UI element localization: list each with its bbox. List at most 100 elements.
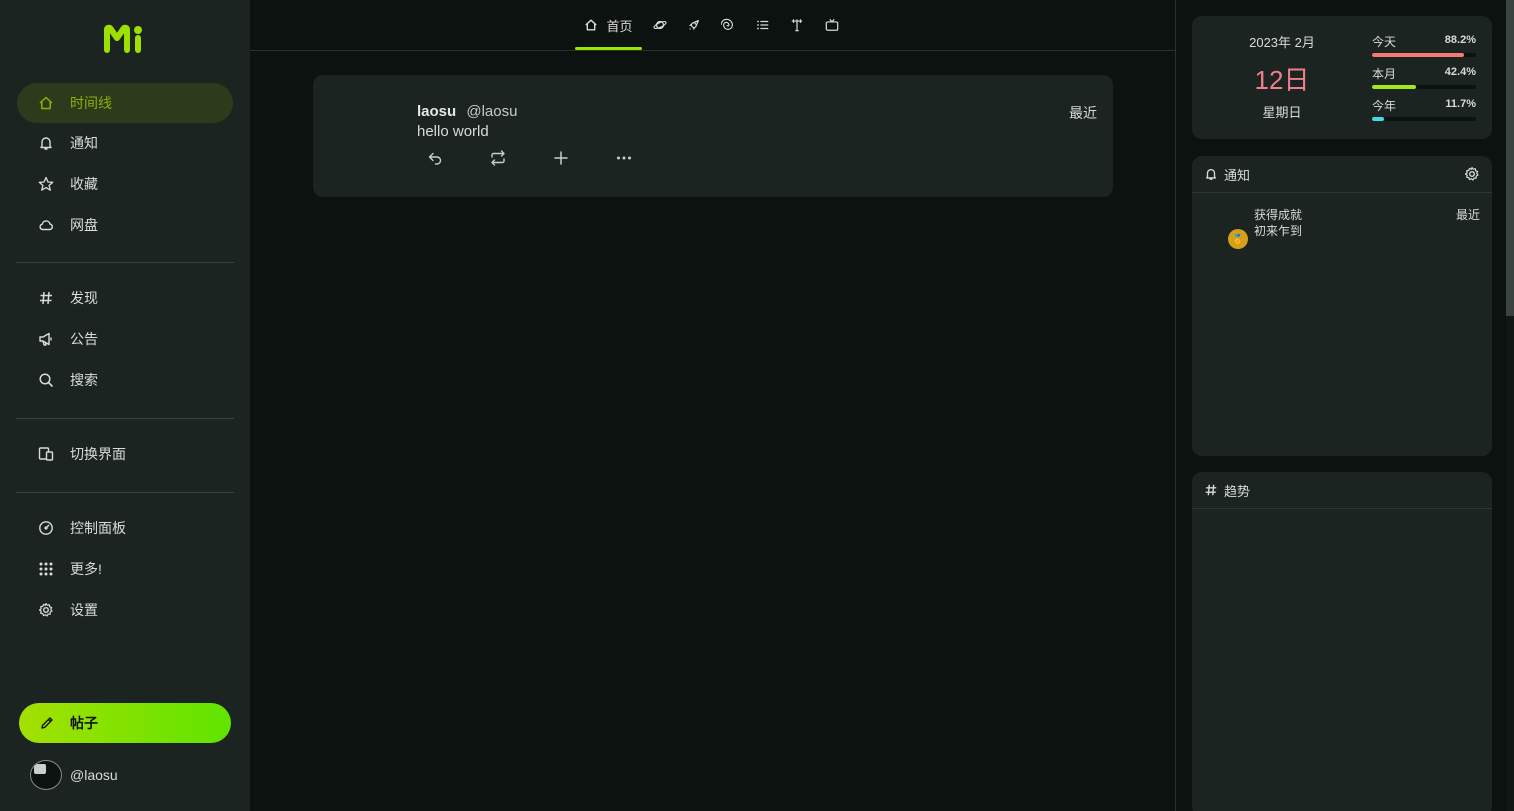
hashtag-icon — [1204, 483, 1218, 497]
progress-label: 本月 — [1372, 67, 1397, 81]
planet-icon — [653, 18, 667, 32]
bell-icon — [1204, 167, 1218, 181]
sidebar-item-label: 网盘 — [70, 217, 98, 233]
calendar-day: 12日 — [1254, 65, 1310, 95]
sidebar-item-favorites[interactable]: 收藏 — [17, 164, 233, 204]
sidebar-item-label: 时间线 — [70, 95, 112, 111]
note-timestamp[interactable]: 最近 — [1069, 103, 1097, 123]
progress-year: 今年 11.7% — [1372, 97, 1476, 127]
tab-antennas[interactable] — [787, 0, 807, 50]
progress-fill — [1372, 85, 1417, 89]
calendar-weekday: 星期日 — [1262, 105, 1302, 120]
sidebar-divider — [16, 418, 234, 419]
sidebar-divider — [16, 262, 234, 263]
progress-track — [1372, 53, 1476, 57]
sidebar-item-search[interactable]: 搜索 — [17, 360, 233, 400]
widget-title: 通知 — [1224, 167, 1251, 183]
tab-lists[interactable] — [753, 0, 773, 50]
plus-icon — [553, 150, 569, 166]
bell-icon — [37, 134, 55, 152]
sidebar-divider — [16, 492, 234, 493]
notifications-settings-button[interactable] — [1464, 166, 1480, 182]
reply-button[interactable] — [421, 148, 449, 168]
progress-today: 今天 88.2% — [1372, 33, 1476, 63]
achievement-badge-icon: 🏅 — [1228, 229, 1248, 249]
calendar-widget: 2023年 2月 12日 星期日 今天 88.2% 本月 42.4% 今年 11… — [1192, 16, 1492, 139]
sidebar-item-drive[interactable]: 网盘 — [17, 205, 233, 245]
cloud-icon — [37, 216, 55, 234]
tab-home[interactable]: 首页 — [575, 0, 642, 50]
tab-local[interactable] — [650, 0, 670, 50]
progress-fill — [1372, 53, 1464, 57]
widget-header: 通知 — [1192, 156, 1492, 193]
progress-label: 今年 — [1372, 99, 1397, 113]
gear-icon — [37, 601, 55, 619]
sidebar-item-announcements[interactable]: 公告 — [17, 319, 233, 359]
widget-title: 趋势 — [1224, 483, 1251, 499]
react-button[interactable] — [547, 148, 575, 168]
avatar — [30, 760, 62, 790]
misskey-logo[interactable] — [103, 24, 147, 54]
sidebar-item-label: 通知 — [70, 135, 98, 151]
progress-value: 42.4% — [1444, 66, 1476, 78]
more-button[interactable] — [610, 148, 638, 168]
tab-global[interactable] — [718, 0, 738, 50]
notification-item[interactable]: 🏅 获得成就 初来乍到 最近 — [1192, 204, 1492, 249]
gear-icon — [1464, 166, 1480, 182]
note-text: hello world — [417, 123, 489, 140]
timeline-tabs: 首页 — [250, 0, 1176, 51]
reply-icon — [427, 150, 443, 166]
tab-label: 首页 — [606, 18, 633, 34]
calendar-month: 2023年 2月 — [1249, 35, 1315, 50]
progress-track — [1372, 117, 1476, 121]
progress-value: 11.7% — [1445, 98, 1476, 110]
note-username[interactable]: @laosu — [466, 103, 517, 120]
tv-icon — [825, 18, 839, 32]
scrollbar[interactable] — [1506, 0, 1514, 811]
sidebar-item-label: 搜索 — [70, 372, 98, 388]
progress-label: 今天 — [1372, 35, 1397, 49]
sidebar: 时间线 通知 收藏 网盘 发现 公告 搜索 切换界面 控制面板 更多! 设置 帖… — [0, 0, 250, 811]
post-button-label: 帖子 — [70, 715, 98, 731]
pencil-icon — [39, 715, 55, 731]
notification-time: 最近 — [1455, 208, 1480, 222]
search-icon — [37, 371, 55, 389]
account-menu[interactable]: @laosu — [30, 760, 118, 790]
star-icon — [37, 175, 55, 193]
antenna-icon — [790, 18, 804, 32]
note-display-name[interactable]: laosu — [417, 103, 456, 120]
sidebar-item-label: 设置 — [70, 602, 98, 618]
post-button[interactable]: 帖子 — [19, 703, 231, 743]
notification-subtitle: 初来乍到 — [1254, 224, 1303, 238]
scrollbar-thumb[interactable] — [1506, 0, 1514, 316]
widget-header: 趋势 — [1192, 472, 1492, 509]
progress-fill — [1372, 117, 1385, 121]
note-card[interactable]: laosu @laosu 最近 hello world — [313, 75, 1113, 197]
dashboard-icon — [37, 519, 55, 537]
sidebar-item-label: 收藏 — [70, 176, 98, 192]
progress-track — [1372, 85, 1476, 89]
widgets-column: 2023年 2月 12日 星期日 今天 88.2% 本月 42.4% 今年 11… — [1176, 0, 1514, 811]
list-icon — [756, 18, 770, 32]
sidebar-item-label: 切换界面 — [70, 446, 126, 462]
sidebar-item-more[interactable]: 更多! — [17, 549, 233, 589]
sidebar-item-explore[interactable]: 发现 — [17, 278, 233, 318]
progress-value: 88.2% — [1444, 34, 1476, 46]
progress-month: 本月 42.4% — [1372, 65, 1476, 95]
rocket-icon — [687, 18, 701, 32]
galaxy-icon — [721, 18, 735, 32]
sidebar-item-switch-ui[interactable]: 切换界面 — [17, 434, 233, 474]
sidebar-item-control-panel[interactable]: 控制面板 — [17, 508, 233, 548]
grid-dots-icon — [37, 560, 55, 578]
sidebar-item-settings[interactable]: 设置 — [17, 590, 233, 630]
tab-channels[interactable] — [822, 0, 842, 50]
sidebar-item-label: 公告 — [70, 331, 98, 347]
notification-title: 获得成就 — [1254, 208, 1303, 222]
tab-social[interactable] — [684, 0, 704, 50]
sidebar-item-notifications[interactable]: 通知 — [17, 123, 233, 163]
renote-icon — [489, 150, 507, 166]
sidebar-item-timeline[interactable]: 时间线 — [17, 83, 233, 123]
renote-button[interactable] — [484, 148, 512, 168]
home-icon — [584, 18, 598, 32]
account-username: @laosu — [70, 767, 118, 783]
